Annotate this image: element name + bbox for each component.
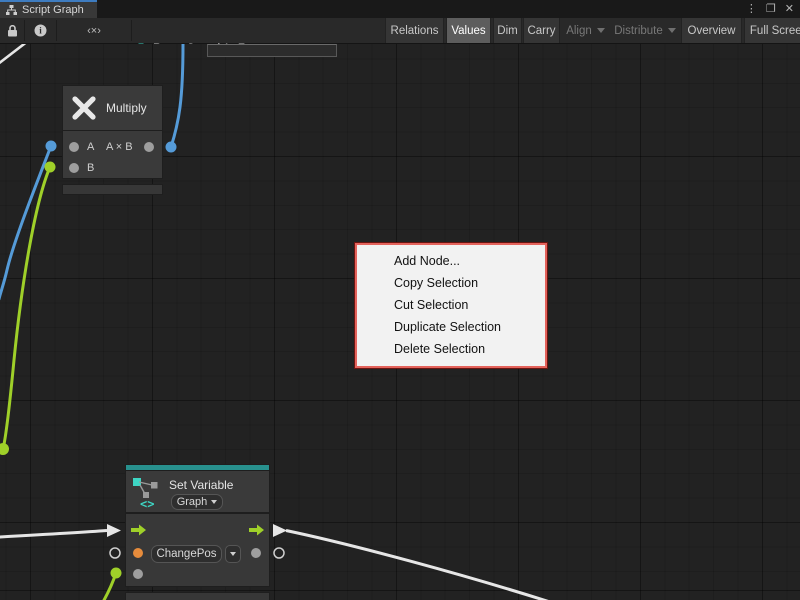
- info-button[interactable]: i: [25, 18, 55, 43]
- carry-label: Carry: [527, 25, 555, 37]
- maximize-icon[interactable]: ❐: [766, 0, 776, 18]
- svg-text:<>: <>: [140, 497, 154, 510]
- set-variable-node-header[interactable]: <> Set Variable Graph: [125, 470, 270, 513]
- multiply-node-title: Multiply: [106, 101, 147, 115]
- code-icon: ‹×›: [87, 25, 101, 37]
- set-variable-icon: <>: [132, 476, 162, 510]
- variable-output-port[interactable]: [251, 548, 261, 558]
- align-dropdown[interactable]: Align: [562, 18, 609, 43]
- tab-script-graph[interactable]: Script Graph: [0, 0, 97, 18]
- distribute-dropdown[interactable]: Distribute: [611, 18, 679, 43]
- variable-name-label: ChangePos: [156, 548, 216, 560]
- flow-output-arrow[interactable]: [249, 524, 265, 536]
- window-controls: ⋮ ❐ ✕: [746, 0, 798, 18]
- tab-title: Script Graph: [22, 4, 84, 16]
- graph-tree-icon: [6, 5, 17, 15]
- distribute-label: Distribute: [614, 25, 663, 37]
- set-variable-node-title: Set Variable: [169, 478, 233, 492]
- overview-label: Overview: [688, 25, 736, 37]
- info-icon: i: [34, 24, 47, 37]
- close-icon[interactable]: ✕: [785, 0, 794, 18]
- variable-name-dropdown-button[interactable]: [225, 545, 241, 563]
- menu-item-add-node[interactable]: Add Node...: [357, 250, 545, 272]
- full-screen-label: Full Screen: [750, 25, 800, 37]
- set-variable-node-footer: [125, 592, 270, 600]
- multiply-node-footer: [62, 184, 163, 195]
- variable-scope-dropdown[interactable]: Graph: [171, 494, 223, 510]
- tab-bar: Script Graph ⋮ ❐ ✕: [0, 0, 800, 18]
- dim-label: Dim: [497, 25, 517, 37]
- unity-visual-scripting-window: Script Graph ⋮ ❐ ✕ i ‹×›: [0, 0, 800, 600]
- graph-toolbar: i ‹×› RotateSpeed 1 Zoom 1x Relations Va…: [0, 18, 800, 44]
- chevron-down-icon: [230, 552, 236, 556]
- variable-scope-label: Graph: [177, 496, 208, 508]
- values-toggle[interactable]: Values: [446, 18, 491, 43]
- chevron-down-icon: [211, 500, 217, 504]
- menu-item-duplicate-selection[interactable]: Duplicate Selection: [357, 316, 545, 338]
- multiply-icon: [71, 95, 97, 121]
- set-variable-node-body[interactable]: ChangePos: [125, 513, 270, 587]
- variable-value-input-port[interactable]: [133, 548, 143, 558]
- dim-toggle[interactable]: Dim: [493, 18, 522, 43]
- multiply-node-body[interactable]: A A × B B: [62, 130, 163, 179]
- multiply-output-label: A × B: [106, 141, 133, 153]
- align-label: Align: [566, 25, 592, 37]
- multiply-input-a-port[interactable]: [69, 142, 79, 152]
- variable-name-dropdown[interactable]: ChangePos: [151, 545, 222, 563]
- window-menu-icon[interactable]: ⋮: [746, 0, 757, 18]
- multiply-node-header[interactable]: Multiply: [62, 85, 163, 131]
- chevron-down-icon: [597, 28, 605, 33]
- overview-button[interactable]: Overview: [681, 18, 742, 43]
- menu-item-cut-selection[interactable]: Cut Selection: [357, 294, 545, 316]
- multiply-input-a-label: A: [87, 141, 94, 153]
- context-menu: Add Node... Copy Selection Cut Selection…: [355, 243, 547, 368]
- relations-toggle[interactable]: Relations: [385, 18, 444, 43]
- code-view-button[interactable]: ‹×›: [57, 18, 131, 43]
- carry-toggle[interactable]: Carry: [523, 18, 560, 43]
- lock-button[interactable]: [0, 18, 24, 43]
- multiply-input-b-port[interactable]: [69, 163, 79, 173]
- flow-input-arrow[interactable]: [131, 524, 147, 536]
- multiply-input-b-label: B: [87, 162, 94, 174]
- occluded-node-header: [207, 44, 337, 57]
- toolbar-separator: [131, 20, 132, 41]
- multiply-output-port[interactable]: [144, 142, 154, 152]
- lock-icon: [7, 25, 18, 37]
- full-screen-button[interactable]: Full Screen: [744, 18, 800, 43]
- variable-extra-input-port[interactable]: [133, 569, 143, 579]
- menu-item-copy-selection[interactable]: Copy Selection: [357, 272, 545, 294]
- values-label: Values: [451, 25, 485, 37]
- chevron-down-icon: [668, 28, 676, 33]
- menu-item-delete-selection[interactable]: Delete Selection: [357, 338, 545, 360]
- relations-label: Relations: [391, 25, 439, 37]
